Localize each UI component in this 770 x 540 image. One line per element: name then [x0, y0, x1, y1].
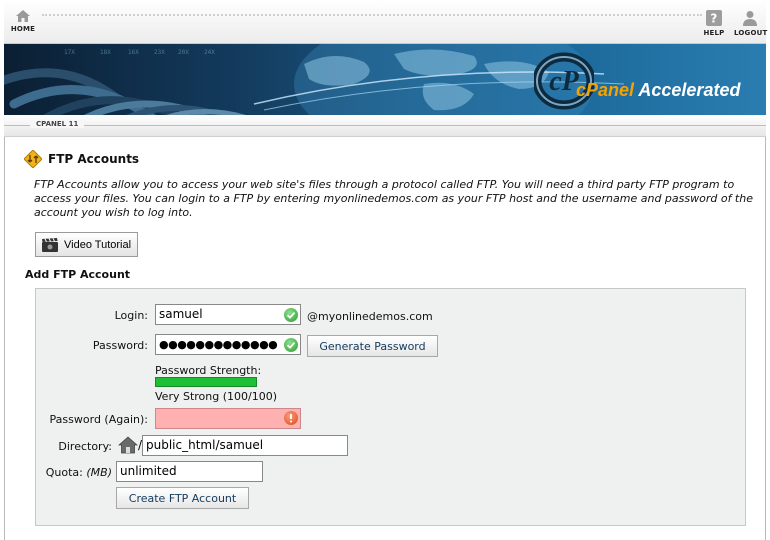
create-ftp-account-button[interactable]: Create FTP Account [116, 487, 249, 509]
video-tutorial-label: Video Tutorial [64, 238, 132, 251]
ftp-accounts-icon [24, 150, 42, 168]
breadcrumb[interactable]: CPANEL 11 [30, 120, 85, 128]
home-label: HOME [10, 25, 36, 33]
password-strength-label: Password Strength: [155, 364, 262, 377]
brand-prefix: cPanel [576, 80, 635, 100]
help-label: HELP [703, 29, 725, 37]
password-strength-fill [155, 377, 257, 387]
logout-button[interactable]: LOGOUT [734, 10, 768, 37]
brand-suffix: Accelerated [638, 80, 741, 100]
svg-text:18X: 18X [100, 49, 111, 56]
quota-unit: (MB) [86, 466, 112, 479]
cpanel-logo: cP cPanel Accelerated [534, 52, 764, 112]
home-icon [16, 10, 30, 22]
help-button[interactable]: ? HELP [702, 10, 726, 37]
home-directory-icon [118, 436, 138, 454]
svg-text:17X: 17X [64, 49, 75, 56]
help-icon: ? [706, 10, 722, 26]
domain-suffix: @myonlinedemos.com [307, 310, 433, 323]
password-valid-icon [284, 338, 298, 352]
password-strength-text: Very Strong (100/100) [155, 390, 278, 403]
section-title: Add FTP Account [25, 268, 131, 281]
quota-input[interactable]: unlimited [116, 461, 263, 482]
page-header: FTP Accounts [24, 150, 139, 168]
password-again-label: Password (Again): [49, 413, 148, 426]
page-title: FTP Accounts [48, 152, 140, 166]
login-valid-icon [284, 308, 298, 322]
breadcrumb-divider [4, 125, 766, 126]
nav-divider [42, 14, 702, 16]
password-label: Password: [92, 339, 148, 352]
login-label: Login: [114, 309, 148, 322]
password-again-input[interactable] [155, 408, 301, 429]
quota-label: Quota: (MB) [40, 466, 112, 479]
password-strength-meter [155, 377, 257, 387]
brand-name: cPanel Accelerated [576, 80, 740, 101]
home-button[interactable]: HOME [10, 10, 36, 33]
svg-text:24X: 24X [204, 49, 215, 56]
video-tutorial-button[interactable]: Video Tutorial [35, 232, 138, 257]
top-nav: HOME ? HELP LOGOUT [4, 0, 768, 44]
svg-text:?: ? [710, 12, 717, 26]
directory-input[interactable]: public_html/samuel [142, 435, 348, 456]
logout-label: LOGOUT [734, 29, 768, 37]
password-mismatch-icon [284, 411, 298, 425]
svg-text:16X: 16X [128, 49, 139, 56]
intro-text: FTP Accounts allow you to access your we… [34, 178, 753, 219]
clapperboard-icon [42, 237, 58, 252]
quota-label-text: Quota: [45, 466, 83, 479]
password-input[interactable]: ●●●●●●●●●●●●● [155, 334, 301, 355]
login-input[interactable]: samuel [155, 304, 301, 325]
user-icon [743, 11, 757, 26]
svg-text:23X: 23X [154, 49, 165, 56]
breadcrumb-bar: CPANEL 11 [4, 115, 766, 137]
header-banner: 17X 18X 16X 23X 20X 24X cP cPanel Accelerate… [4, 44, 766, 115]
svg-text:20X: 20X [178, 49, 189, 56]
directory-label: Directory: [58, 440, 112, 453]
generate-password-button[interactable]: Generate Password [307, 335, 438, 357]
